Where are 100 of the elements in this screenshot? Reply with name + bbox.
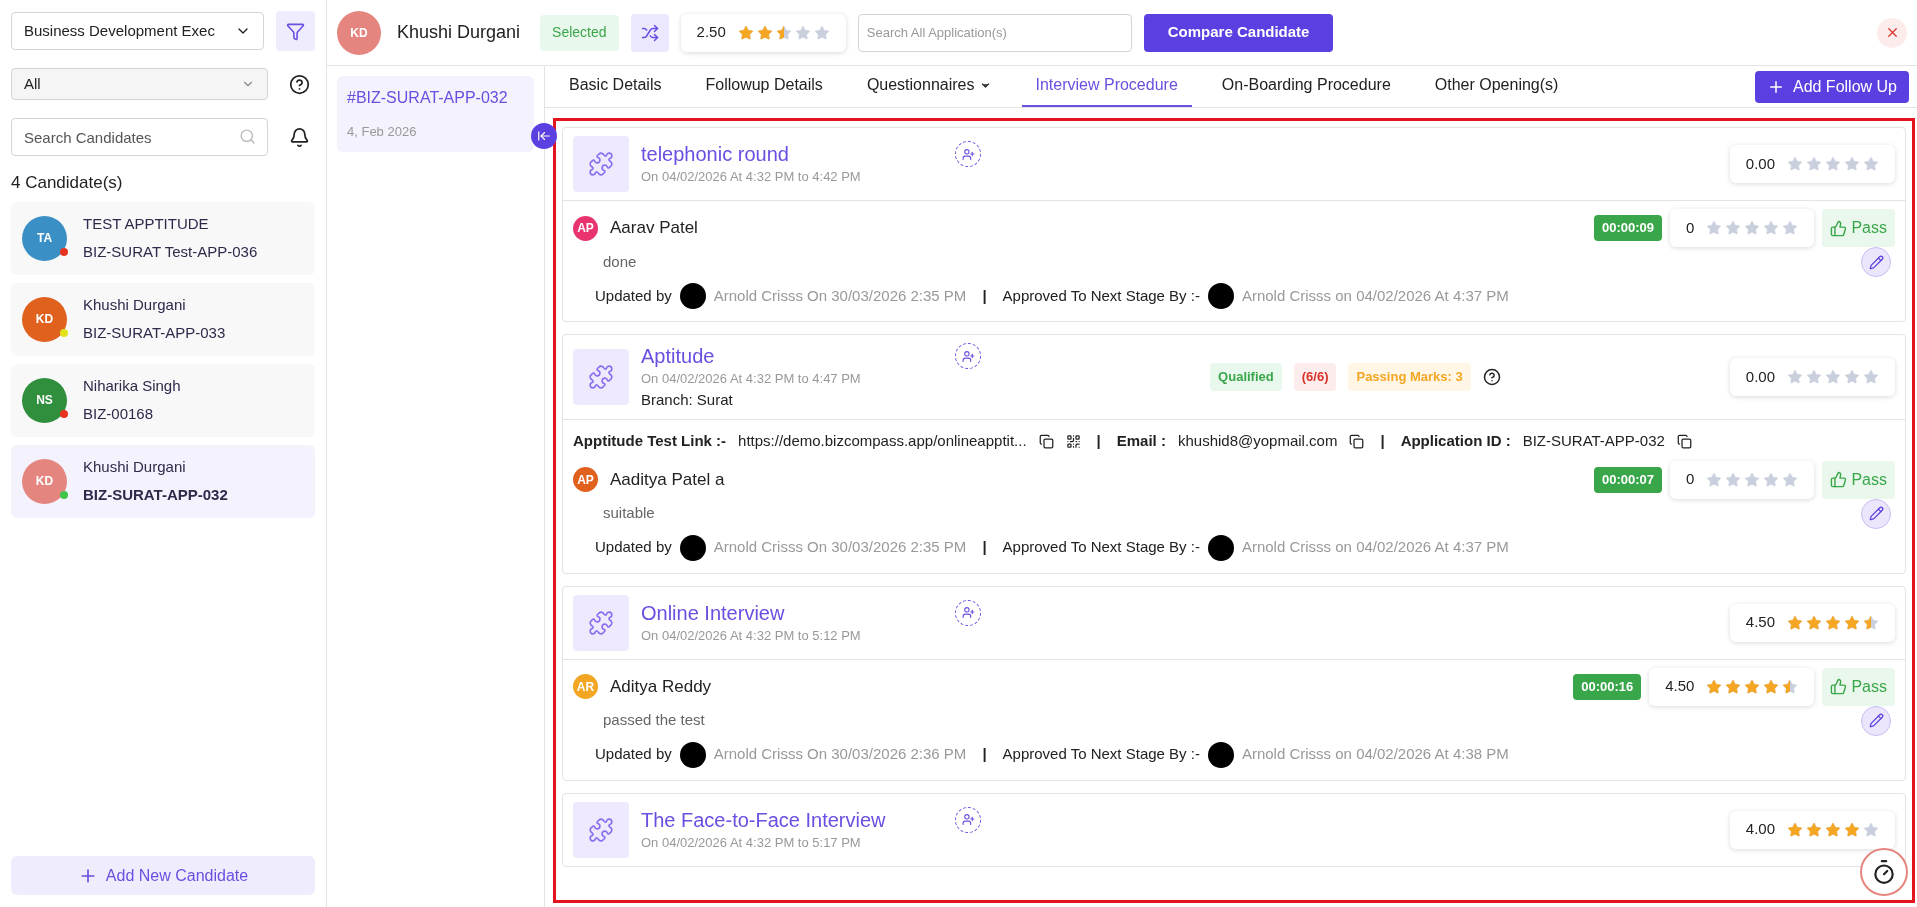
collapse-icon xyxy=(537,129,551,143)
info-icon[interactable] xyxy=(1482,368,1501,386)
candidate-name: Khushi Durgani xyxy=(397,21,521,44)
updated-info: Arnold Crisss On 30/03/2026 2:35 PM xyxy=(713,537,967,558)
rating-value: 0 xyxy=(1686,469,1695,490)
user-plus-icon xyxy=(961,147,975,161)
pencil-icon xyxy=(1868,506,1884,521)
thumbs-up-icon xyxy=(1830,678,1848,695)
copy-icon[interactable] xyxy=(1349,433,1365,449)
star-icon xyxy=(1844,156,1860,172)
rating-value: 0 xyxy=(1686,217,1695,238)
star-icon xyxy=(1787,614,1803,631)
interviewer-name: Aditya Reddy xyxy=(610,675,712,698)
add-candidate-button[interactable]: Add New Candidate xyxy=(11,856,315,895)
rating-value: 0.00 xyxy=(1745,366,1775,387)
interviewer-name: Aaditya Patel a xyxy=(610,468,725,491)
star-icon xyxy=(1706,220,1723,236)
user-avatar xyxy=(1207,283,1234,309)
stopwatch-icon xyxy=(1871,859,1897,885)
updated-info: Arnold Crisss On 30/03/2026 2:35 PM xyxy=(713,285,967,306)
search-field[interactable]: Search Candidates xyxy=(11,118,268,156)
status-badge: Selected xyxy=(540,14,619,51)
tab[interactable]: On-Boarding Procedure xyxy=(1207,65,1405,107)
puzzle-drawing xyxy=(588,364,614,390)
candidate-card[interactable]: TA TEST APPTITUDE BIZ-SURAT Test-APP-036 xyxy=(11,201,315,275)
round-title: The Face-to-Face Interview xyxy=(641,807,886,833)
star-icon xyxy=(1806,821,1822,838)
tab[interactable]: Basic Details xyxy=(555,65,676,107)
round-time: On 04/02/2026 At 4:32 PM to 5:12 PM xyxy=(641,626,861,645)
help-icon[interactable] xyxy=(289,73,310,95)
avatar: AP xyxy=(573,215,598,241)
candidate-card[interactable]: KD Khushi Durgani BIZ-SURAT-APP-033 xyxy=(11,282,315,356)
status-select[interactable]: All xyxy=(11,68,268,100)
tab[interactable]: Followup Details xyxy=(691,65,837,107)
candidate-card[interactable]: NS Niharika Singh BIZ-00168 xyxy=(11,363,315,437)
candidate-card[interactable]: KD Khushi Durgani BIZ-SURAT-APP-032 xyxy=(11,444,315,518)
feedback-note: done xyxy=(603,251,637,272)
shuffle-button[interactable] xyxy=(630,13,669,52)
avatar: KD xyxy=(22,296,67,342)
link-label: Apptitude Test Link :- xyxy=(573,431,727,451)
filter-button[interactable] xyxy=(275,11,315,51)
rating-value: 0.00 xyxy=(1745,153,1775,174)
star-icon xyxy=(1787,821,1803,838)
add-follow-up-button[interactable]: Add Follow Up xyxy=(1754,70,1909,103)
tab[interactable]: Questionnaires xyxy=(852,65,1006,107)
star-icon xyxy=(1763,220,1780,236)
candidate-code: BIZ-SURAT-APP-033 xyxy=(83,323,226,343)
star-icon xyxy=(794,24,811,41)
search-field[interactable]: Search All Application(s) xyxy=(857,13,1132,52)
job-select[interactable]: Business Development Exec xyxy=(11,12,264,50)
tab[interactable]: Interview Procedure xyxy=(1021,65,1192,107)
star-icon xyxy=(1744,220,1761,236)
updated-label: Updated by xyxy=(595,537,672,558)
star-icon xyxy=(1725,678,1742,695)
separator-text: | xyxy=(1380,431,1385,451)
timer-badge: 00:00:09 xyxy=(1594,215,1663,241)
timer-badge: 00:00:16 xyxy=(1573,673,1642,700)
star-icon xyxy=(1782,678,1799,695)
star-icon xyxy=(1706,678,1723,695)
star-icon xyxy=(1825,614,1841,631)
star-icon xyxy=(1863,614,1879,631)
star-icon xyxy=(1825,369,1841,385)
round-time: On 04/02/2026 At 4:32 PM to 4:42 PM xyxy=(641,168,861,187)
star-icon xyxy=(1744,678,1761,695)
star-icon xyxy=(1806,614,1822,631)
round-title: Online Interview xyxy=(641,600,786,626)
bell-icon[interactable] xyxy=(289,126,310,148)
thumbs-up-icon xyxy=(1830,219,1848,237)
status-badge: Qualified xyxy=(1210,363,1282,391)
copy-icon[interactable] xyxy=(1038,433,1054,449)
approved-label: Approved To Next Stage By :- xyxy=(1002,285,1200,306)
avatar: NS xyxy=(22,377,67,423)
timer-button[interactable] xyxy=(1860,848,1908,896)
qr-code-icon[interactable] xyxy=(1065,433,1081,449)
status-badge: (6/6) xyxy=(1293,363,1337,391)
separator-text: | xyxy=(982,744,987,765)
close-button[interactable] xyxy=(1877,17,1907,48)
avatar: AR xyxy=(573,674,598,699)
user-plus-icon xyxy=(961,606,975,620)
timer-badge: 00:00:07 xyxy=(1594,466,1663,493)
edit-button[interactable] xyxy=(1861,705,1891,736)
separator-text: | xyxy=(982,285,987,306)
compare-button[interactable]: Compare Candidate xyxy=(1143,13,1334,52)
puzzle-drawing xyxy=(588,151,614,177)
approved-info: Arnold Crisss on 04/02/2026 At 4:37 PM xyxy=(1241,537,1509,558)
feedback-note: suitable xyxy=(603,503,655,524)
copy-icon[interactable] xyxy=(1676,433,1692,449)
edit-button[interactable] xyxy=(1861,498,1891,529)
star-icon xyxy=(1806,156,1822,172)
avatar: KD xyxy=(337,10,381,55)
edit-button[interactable] xyxy=(1861,247,1891,277)
separator-text: | xyxy=(1096,431,1101,451)
tab[interactable]: Other Opening(s) xyxy=(1420,65,1573,107)
user-avatar xyxy=(1207,741,1234,768)
star-icon xyxy=(1844,821,1860,838)
application-card[interactable]: #BIZ-SURAT-APP-032 4, Feb 2026 xyxy=(337,76,534,152)
branch-text: Branch: Surat xyxy=(641,389,734,410)
updated-label: Updated by xyxy=(595,744,672,765)
search-icon xyxy=(239,128,256,145)
puzzle-drawing xyxy=(588,609,614,636)
